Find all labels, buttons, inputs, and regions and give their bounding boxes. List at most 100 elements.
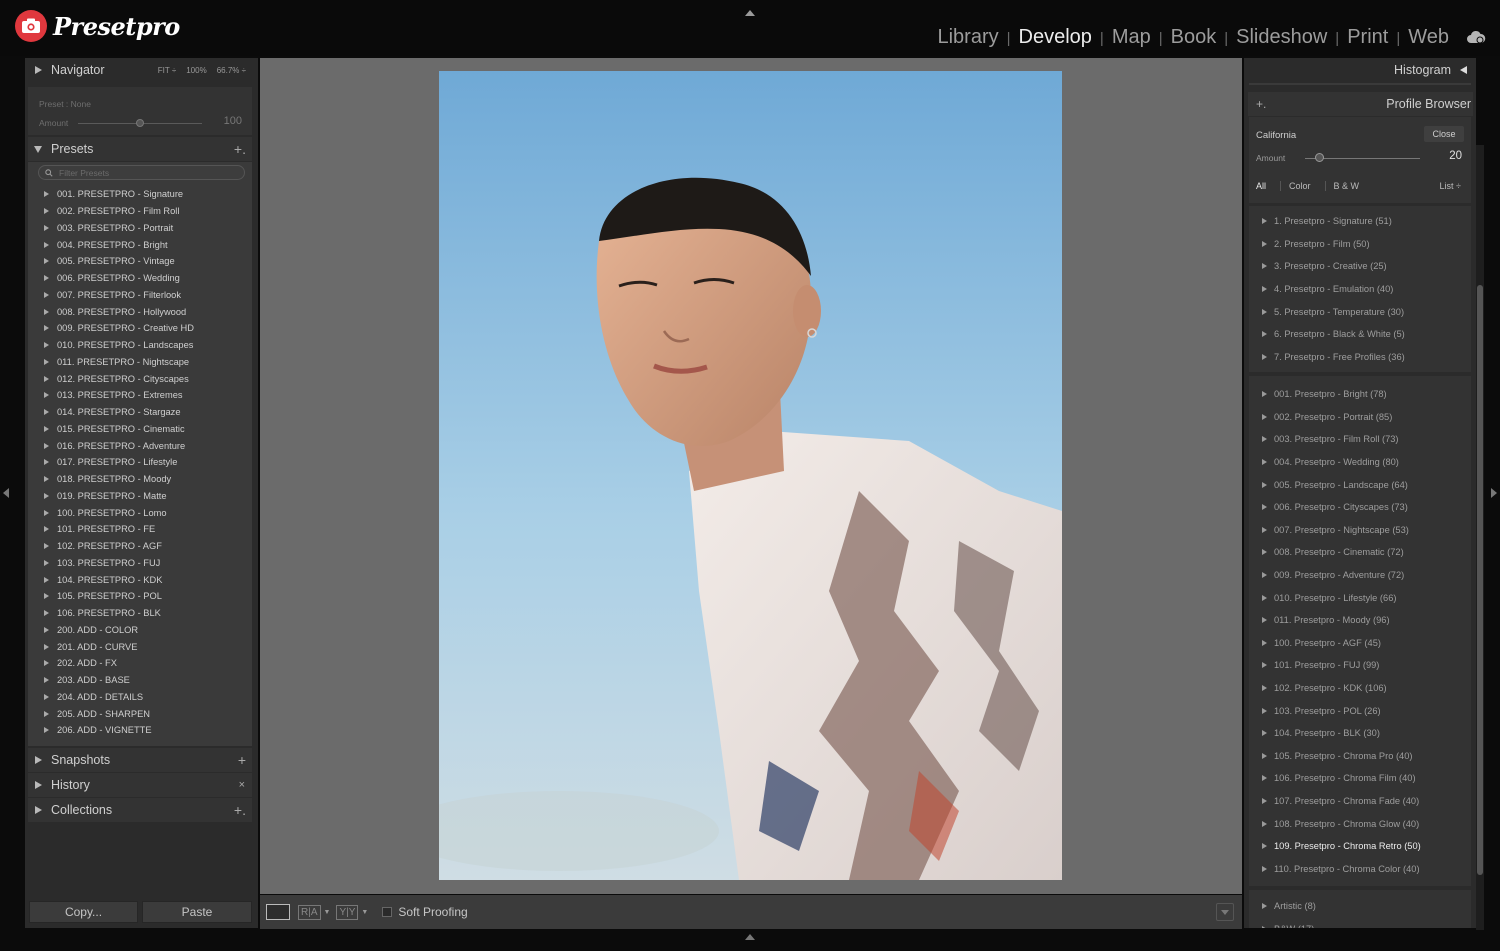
tab-color[interactable]: Color bbox=[1289, 181, 1317, 191]
module-slideshow[interactable]: Slideshow bbox=[1233, 26, 1330, 49]
preset-folder[interactable]: 206. ADD - VIGNETTE bbox=[28, 722, 252, 739]
profile-folder[interactable]: 104. Presetpro - BLK (30) bbox=[1249, 722, 1471, 745]
cloud-sync-icon[interactable] bbox=[1466, 30, 1486, 44]
profile-folder[interactable]: 011. Presetpro - Moody (96) bbox=[1249, 609, 1471, 632]
bottom-panel-toggle-icon[interactable] bbox=[745, 934, 755, 940]
preset-folder[interactable]: 019. PRESETPRO - Matte bbox=[28, 488, 252, 505]
snapshots-header[interactable]: Snapshots + bbox=[28, 748, 252, 772]
preset-folder[interactable]: 010. PRESETPRO - Landscapes bbox=[28, 337, 252, 354]
profile-folder[interactable]: 007. Presetpro - Nightscape (53) bbox=[1249, 519, 1471, 542]
preset-folder[interactable]: 100. PRESETPRO - Lomo bbox=[28, 504, 252, 521]
amount-value[interactable]: 100 bbox=[224, 115, 242, 127]
close-button[interactable]: Close bbox=[1424, 126, 1464, 142]
preset-folder[interactable]: 016. PRESETPRO - Adventure bbox=[28, 437, 252, 454]
preset-folder[interactable]: 017. PRESETPRO - Lifestyle bbox=[28, 454, 252, 471]
profile-folder[interactable]: 105. Presetpro - Chroma Pro (40) bbox=[1249, 745, 1471, 768]
add-collection-icon[interactable]: +. bbox=[234, 802, 246, 818]
profile-folder[interactable]: 001. Presetpro - Bright (78) bbox=[1249, 383, 1471, 406]
profile-folder[interactable]: 6. Presetpro - Black & White (5) bbox=[1249, 323, 1471, 346]
profile-folder[interactable]: 002. Presetpro - Portrait (85) bbox=[1249, 406, 1471, 429]
preset-folder[interactable]: 012. PRESETPRO - Cityscapes bbox=[28, 370, 252, 387]
collections-header[interactable]: Collections +. bbox=[28, 798, 252, 822]
zoom-custom[interactable]: 66.7% ÷ bbox=[217, 66, 246, 75]
preset-folder[interactable]: 008. PRESETPRO - Hollywood bbox=[28, 303, 252, 320]
module-web[interactable]: Web bbox=[1405, 26, 1452, 49]
preset-folder[interactable]: 014. PRESETPRO - Stargaze bbox=[28, 404, 252, 421]
profile-folder[interactable]: B&W (17) bbox=[1249, 918, 1471, 928]
add-snapshot-icon[interactable]: + bbox=[238, 752, 246, 768]
preset-folder[interactable]: 007. PRESETPRO - Filterlook bbox=[28, 287, 252, 304]
navigator-header[interactable]: Navigator FIT ÷ 100% 66.7% ÷ bbox=[28, 58, 252, 82]
profile-folder[interactable]: 109. Presetpro - Chroma Retro (50) bbox=[1249, 835, 1471, 858]
profile-folder[interactable]: 004. Presetpro - Wedding (80) bbox=[1249, 451, 1471, 474]
module-print[interactable]: Print bbox=[1344, 26, 1391, 49]
preset-folder[interactable]: 205. ADD - SHARPEN bbox=[28, 705, 252, 722]
preset-folder[interactable]: 013. PRESETPRO - Extremes bbox=[28, 387, 252, 404]
profile-folder[interactable]: 3. Presetpro - Creative (25) bbox=[1249, 255, 1471, 278]
preset-folder[interactable]: 001. PRESETPRO - Signature bbox=[28, 186, 252, 203]
scrollbar-thumb[interactable] bbox=[1477, 285, 1483, 875]
preset-folder[interactable]: 002. PRESETPRO - Film Roll bbox=[28, 203, 252, 220]
profile-folder[interactable]: 008. Presetpro - Cinematic (72) bbox=[1249, 541, 1471, 564]
add-preset-icon[interactable]: +. bbox=[234, 141, 246, 157]
preset-folder[interactable]: 201. ADD - CURVE bbox=[28, 638, 252, 655]
profile-folder[interactable]: 005. Presetpro - Landscape (64) bbox=[1249, 473, 1471, 496]
profile-folder[interactable]: 108. Presetpro - Chroma Glow (40) bbox=[1249, 812, 1471, 835]
profile-folder[interactable]: 006. Presetpro - Cityscapes (73) bbox=[1249, 496, 1471, 519]
amount-slider-knob[interactable] bbox=[136, 119, 144, 127]
profile-folder[interactable]: 4. Presetpro - Emulation (40) bbox=[1249, 278, 1471, 301]
preset-folder[interactable]: 102. PRESETPRO - AGF bbox=[28, 538, 252, 555]
profile-folder[interactable]: 106. Presetpro - Chroma Film (40) bbox=[1249, 767, 1471, 790]
preset-folder[interactable]: 202. ADD - FX bbox=[28, 655, 252, 672]
preset-folder[interactable]: 203. ADD - BASE bbox=[28, 672, 252, 689]
profile-folder[interactable]: 107. Presetpro - Chroma Fade (40) bbox=[1249, 790, 1471, 813]
tab-all[interactable]: All bbox=[1256, 181, 1272, 191]
profile-folder[interactable]: 100. Presetpro - AGF (45) bbox=[1249, 632, 1471, 655]
preset-folder[interactable]: 101. PRESETPRO - FE bbox=[28, 521, 252, 538]
preset-folder[interactable]: 106. PRESETPRO - BLK bbox=[28, 605, 252, 622]
preset-folder[interactable]: 104. PRESETPRO - KDK bbox=[28, 571, 252, 588]
preset-folder[interactable]: 005. PRESETPRO - Vintage bbox=[28, 253, 252, 270]
profile-amount-value[interactable]: 20 bbox=[1449, 150, 1462, 162]
preset-folder[interactable]: 003. PRESETPRO - Portrait bbox=[28, 220, 252, 237]
history-header[interactable]: History × bbox=[28, 773, 252, 797]
profile-folder[interactable]: 7. Presetpro - Free Profiles (36) bbox=[1249, 346, 1471, 369]
preset-folder[interactable]: 018. PRESETPRO - Moody bbox=[28, 471, 252, 488]
profile-folder[interactable]: Artistic (8) bbox=[1249, 895, 1471, 918]
profile-folder[interactable]: 1. Presetpro - Signature (51) bbox=[1249, 210, 1471, 233]
preset-folder[interactable]: 015. PRESETPRO - Cinematic bbox=[28, 421, 252, 438]
profile-folder[interactable]: 102. Presetpro - KDK (106) bbox=[1249, 677, 1471, 700]
preset-folder[interactable]: 011. PRESETPRO - Nightscape bbox=[28, 354, 252, 371]
right-panel-toggle-icon[interactable] bbox=[1491, 488, 1497, 498]
profile-folder[interactable]: 2. Presetpro - Film (50) bbox=[1249, 233, 1471, 256]
profile-folder[interactable]: 5. Presetpro - Temperature (30) bbox=[1249, 300, 1471, 323]
soft-proofing-checkbox[interactable] bbox=[382, 907, 393, 917]
presets-header[interactable]: Presets +. bbox=[28, 137, 252, 161]
paste-button[interactable]: Paste bbox=[142, 901, 252, 923]
preset-folder[interactable]: 006. PRESETPRO - Wedding bbox=[28, 270, 252, 287]
profile-folder[interactable]: 101. Presetpro - FUJ (99) bbox=[1249, 654, 1471, 677]
module-map[interactable]: Map bbox=[1109, 26, 1154, 49]
profile-amount-slider-knob[interactable] bbox=[1314, 153, 1324, 162]
preset-folder[interactable]: 204. ADD - DETAILS bbox=[28, 689, 252, 706]
view-mode-select[interactable]: List ÷ bbox=[1440, 181, 1461, 191]
module-library[interactable]: Library bbox=[934, 26, 1001, 49]
module-develop[interactable]: Develop bbox=[1016, 26, 1095, 49]
profile-folder[interactable]: 010. Presetpro - Lifestyle (66) bbox=[1249, 586, 1471, 609]
copy-button[interactable]: Copy... bbox=[29, 901, 138, 923]
preset-folder[interactable]: 009. PRESETPRO - Creative HD bbox=[28, 320, 252, 337]
preset-folder[interactable]: 200. ADD - COLOR bbox=[28, 622, 252, 639]
preset-folder[interactable]: 004. PRESETPRO - Bright bbox=[28, 236, 252, 253]
toolbar-menu-button[interactable] bbox=[1216, 903, 1234, 921]
add-profile-icon[interactable]: +. bbox=[1256, 97, 1266, 111]
before-after-swap-button[interactable]: Y|Y bbox=[336, 904, 359, 920]
tab-b-w[interactable]: B & W bbox=[1334, 181, 1366, 191]
clear-history-icon[interactable]: × bbox=[239, 779, 245, 791]
before-after-button[interactable]: R|A bbox=[298, 904, 321, 920]
chevron-down-icon[interactable]: ▼ bbox=[361, 909, 368, 916]
profile-folder[interactable]: 110. Presetpro - Chroma Color (40) bbox=[1249, 857, 1471, 880]
profile-folder[interactable]: 003. Presetpro - Film Roll (73) bbox=[1249, 428, 1471, 451]
profile-folder[interactable]: 103. Presetpro - POL (26) bbox=[1249, 699, 1471, 722]
filter-presets-input[interactable]: Filter Presets bbox=[38, 165, 245, 180]
zoom-100[interactable]: 100% bbox=[186, 66, 206, 75]
